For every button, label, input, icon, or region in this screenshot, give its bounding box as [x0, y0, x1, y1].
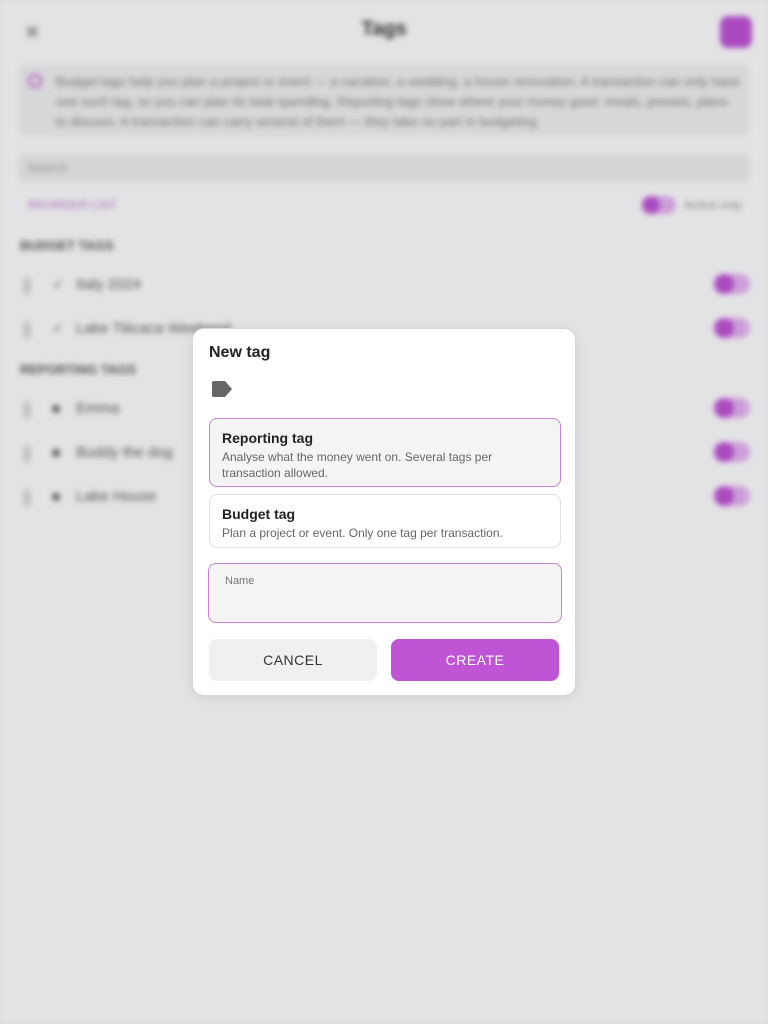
cancel-button[interactable]: CANCEL: [209, 639, 377, 681]
page: ✕ Tags Budget tags help you plan a proje…: [0, 0, 768, 1024]
option-description: Plan a project or event. Only one tag pe…: [222, 526, 503, 540]
name-field-label: Name: [225, 575, 255, 587]
name-input[interactable]: [225, 592, 545, 614]
option-description: Analyse what the money went on. Several …: [222, 450, 493, 480]
new-tag-dialog: New tag Reporting tag Analyse what the m…: [192, 328, 576, 696]
name-field[interactable]: Name: [208, 563, 562, 623]
budget-tag-option[interactable]: Budget tag Plan a project or event. Only…: [209, 494, 561, 548]
dialog-title: New tag: [209, 344, 271, 361]
reporting-tag-option[interactable]: Reporting tag Analyse what the money wen…: [209, 418, 561, 487]
tag-icon: [212, 381, 232, 397]
option-title: Reporting tag: [222, 430, 313, 446]
option-title: Budget tag: [222, 506, 296, 522]
create-button[interactable]: CREATE: [391, 639, 559, 681]
